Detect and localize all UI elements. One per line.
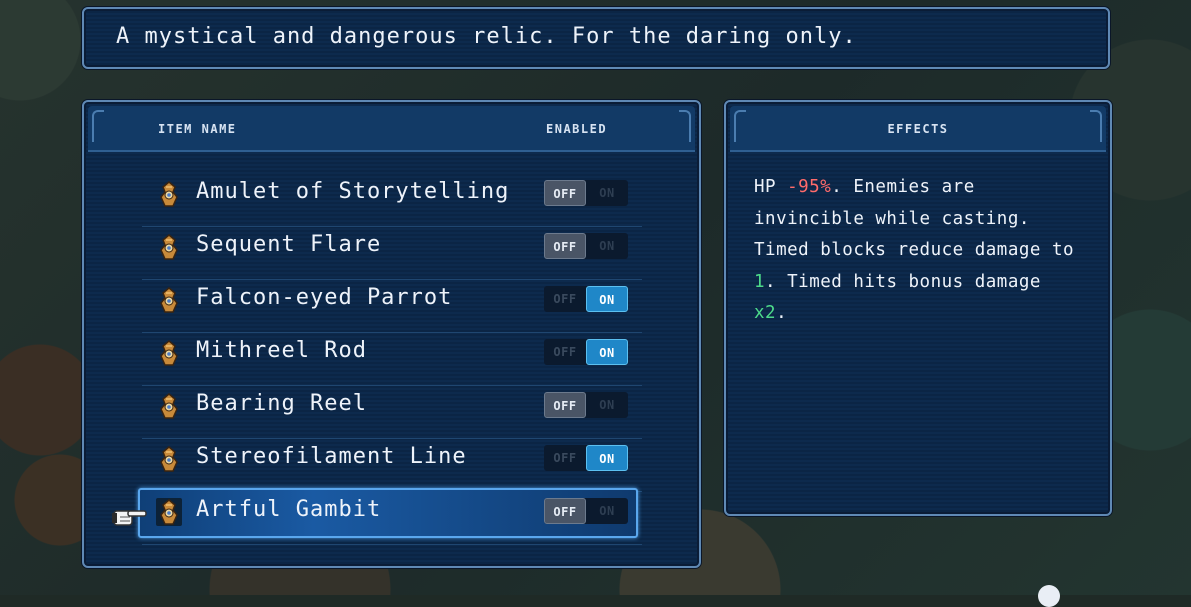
- enabled-toggle[interactable]: OFF ON: [544, 339, 628, 365]
- relic-name: Artful Gambit: [196, 497, 382, 522]
- relic-name: Sequent Flare: [196, 232, 382, 257]
- effects-text-b: . Timed hits bonus damage: [765, 271, 1041, 292]
- toggle-on[interactable]: ON: [586, 392, 628, 418]
- toggle-on[interactable]: ON: [586, 233, 628, 259]
- relic-icon: [156, 286, 182, 314]
- toggle-on[interactable]: ON: [586, 445, 628, 471]
- relic-icon: [156, 339, 182, 367]
- enabled-toggle[interactable]: OFF ON: [544, 286, 628, 312]
- relic-icon: [156, 498, 182, 526]
- relic-icon: [156, 180, 182, 208]
- toggle-off[interactable]: OFF: [544, 233, 586, 259]
- relic-icon: [156, 233, 182, 261]
- effects-description: HP -95%. Enemies are invincible while ca…: [754, 172, 1084, 330]
- list-header: ITEM NAME ENABLED: [88, 106, 695, 152]
- enabled-toggle[interactable]: OFF ON: [544, 233, 628, 259]
- toggle-off[interactable]: OFF: [544, 180, 586, 206]
- relic-name: Bearing Reel: [196, 391, 367, 416]
- toggle-off[interactable]: OFF: [544, 498, 586, 524]
- toggle-off[interactable]: OFF: [544, 392, 586, 418]
- relic-row[interactable]: Stereofilament Line OFF ON: [142, 439, 642, 492]
- relic-row[interactable]: Amulet of Storytelling OFF ON: [142, 174, 642, 227]
- column-enabled: ENABLED: [546, 122, 608, 136]
- toggle-off[interactable]: OFF: [544, 339, 586, 365]
- relic-name: Falcon-eyed Parrot: [196, 285, 453, 310]
- enabled-toggle[interactable]: OFF ON: [544, 392, 628, 418]
- effects-title: EFFECTS: [887, 122, 949, 136]
- relic-row[interactable]: Falcon-eyed Parrot OFF ON: [142, 280, 642, 333]
- toggle-on[interactable]: ON: [586, 339, 628, 365]
- relic-row[interactable]: Artful Gambit OFF ON: [138, 488, 642, 545]
- block-damage-value: 1: [754, 271, 766, 292]
- toggle-on[interactable]: ON: [586, 498, 628, 524]
- pointing-hand-icon: [112, 510, 147, 526]
- toggle-off[interactable]: OFF: [544, 286, 586, 312]
- description-panel: A mystical and dangerous relic. For the …: [82, 7, 1110, 69]
- effects-header: EFFECTS: [730, 106, 1106, 152]
- relic-row[interactable]: Mithreel Rod OFF ON: [142, 333, 642, 386]
- enabled-toggle[interactable]: OFF ON: [544, 180, 628, 206]
- relic-row[interactable]: Bearing Reel OFF ON: [142, 386, 642, 439]
- relic-name: Mithreel Rod: [196, 338, 367, 363]
- column-item-name: ITEM NAME: [158, 122, 237, 136]
- relic-name: Amulet of Storytelling: [196, 179, 510, 204]
- relic-list-panel: ITEM NAME ENABLED Amulet of Storytelling…: [82, 100, 701, 568]
- effects-panel: EFFECTS HP -95%. Enemies are invincible …: [724, 100, 1112, 516]
- relic-row[interactable]: Sequent Flare OFF ON: [142, 227, 642, 280]
- relic-name: Stereofilament Line: [196, 444, 467, 469]
- toggle-on[interactable]: ON: [586, 180, 628, 206]
- relic-list: Amulet of Storytelling OFF ON Sequent Flare…: [138, 174, 642, 545]
- item-description: A mystical and dangerous relic. For the …: [116, 24, 857, 49]
- toggle-off[interactable]: OFF: [544, 445, 586, 471]
- enabled-toggle[interactable]: OFF ON: [544, 445, 628, 471]
- effects-text-end: .: [776, 303, 788, 323]
- hp-penalty-value: -95%: [787, 177, 832, 197]
- relic-icon: [156, 392, 182, 420]
- hit-multiplier-value: x2: [754, 303, 777, 323]
- toggle-on[interactable]: ON: [586, 286, 628, 312]
- relic-icon: [156, 445, 182, 473]
- button-hint-icon: [1038, 585, 1060, 607]
- hp-label: HP: [754, 177, 788, 197]
- enabled-toggle[interactable]: OFF ON: [544, 498, 628, 524]
